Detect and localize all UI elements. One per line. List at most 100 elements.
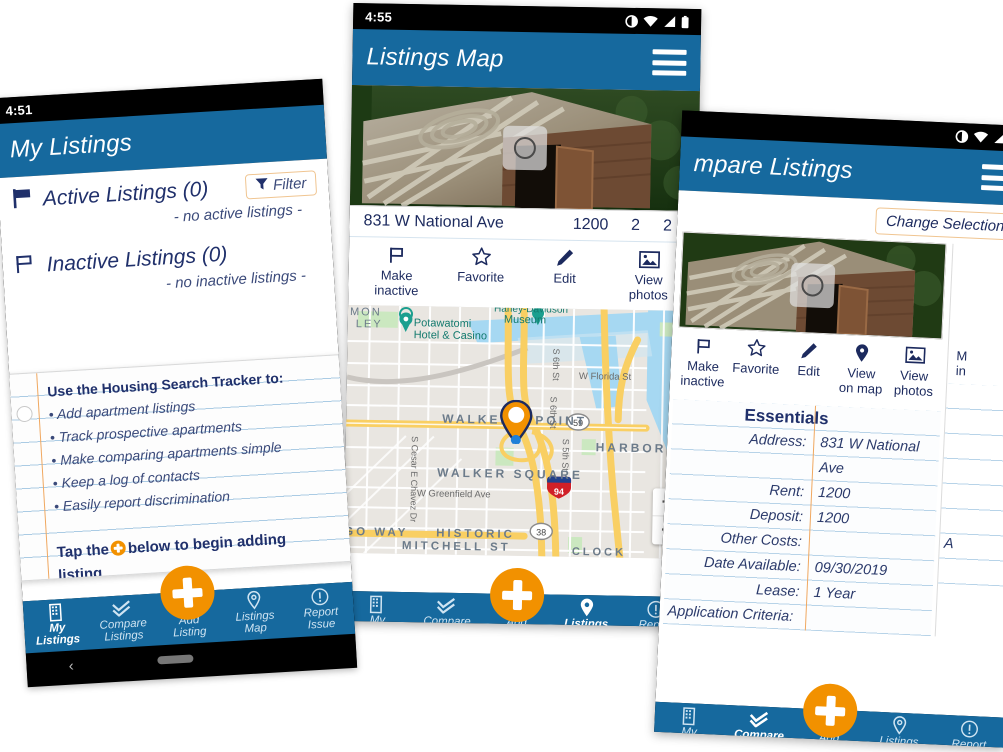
secondary-action-labels: M in [947,340,1003,382]
svg-text:Museum: Museum [504,314,546,327]
secondary-table-lines: A [938,383,1003,588]
status-time: 4:51 [5,101,33,119]
svg-text:MON: MON [350,306,382,319]
wifi-icon [643,16,658,27]
secondary-application-criteria: A [943,535,954,553]
action-label: Favorite [457,268,505,285]
notepad-content: Use the Housing Search Tracker to: • Add… [6,355,352,582]
action-favorite[interactable]: Favorite [438,245,523,300]
listing-beds: 2 [630,216,641,235]
phone-screen-listings-map: 4:55 Listings Map 831 W National Ave 120… [342,3,702,627]
nav-label: ListingsMap [235,609,275,635]
filter-button[interactable]: Filter [244,170,318,200]
svg-text:HISTORIC: HISTORIC [436,528,515,541]
system-home-pill[interactable] [157,654,195,665]
nav-my-listings[interactable]: MyListings [23,598,92,649]
svg-text:MITCHELL ST: MITCHELL ST [402,540,511,554]
map-marker-icon[interactable] [498,399,535,450]
nav-label: ReportIssue [951,738,987,748]
phone-screen-my-listings: 4:51 My Listings Active Listings (0) Fil… [0,78,358,688]
listing-actions: Make inactive Favorite Edit View on map … [669,327,948,407]
svg-text:S 5th St: S 5th St [560,439,571,472]
action-favorite[interactable]: Favorite [728,336,783,392]
play-overlay-icon[interactable] [789,262,836,309]
double-check-icon [748,709,771,729]
wifi-icon [973,131,989,143]
plus-icon [110,540,127,557]
action-edit[interactable]: Edit [522,246,607,301]
action-edit[interactable]: Edit [781,338,836,394]
building-icon [681,706,699,726]
row-value: 1 Year [813,584,856,603]
dnd-icon [625,14,638,28]
screen-body: Active Listings (0) Filter - no active l… [0,158,353,602]
play-overlay-icon[interactable] [502,125,548,171]
nav-compare-listings[interactable]: CompareListings [412,592,482,627]
map-marker-icon [854,341,870,364]
nav-label: MyListings [358,614,397,627]
status-icons [955,129,1003,145]
nav-label: CompareListings [423,615,471,627]
star-outline-icon [746,337,767,360]
hamburger-icon[interactable] [652,49,687,76]
action-view-photos[interactable]: View photos [887,343,942,399]
nav-report-issue[interactable]: ReportIssue [286,582,355,633]
double-check-icon [436,596,458,615]
svg-text:W Florida St: W Florida St [579,371,632,383]
nav-label: MyListings [35,621,81,648]
action-view-on-map[interactable]: View on map [834,341,889,397]
action-label: Make inactive [680,357,725,390]
building-icon [369,594,386,614]
nav-listings-map[interactable]: ListingsMap [220,586,289,637]
building-icon [47,602,65,622]
row-value: 09/30/2019 [814,559,888,580]
svg-text:W Greenfield Ave: W Greenfield Ave [417,488,491,500]
page-title: Listings Map [366,43,504,73]
listing-photo[interactable] [349,84,700,212]
change-selection-button[interactable]: Change Selection [874,207,1003,241]
nav-report-issue[interactable]: ReportIssue [933,714,1003,748]
secondary-action-line2: in [955,363,967,379]
status-time: 4:55 [365,8,393,25]
flag-outline-icon [694,334,714,357]
bottom-nav: MyListings CompareListings AddListing Li… [342,567,692,627]
svg-text:S 6th St: S 6th St [548,396,559,429]
action-label: Edit [797,362,821,379]
action-label: Edit [553,270,576,286]
svg-text:LEY: LEY [356,318,383,330]
double-check-icon [111,598,134,618]
tap-before-text: Tap the [56,541,110,562]
svg-text:38: 38 [536,527,546,537]
map-pin-icon [891,716,908,736]
funnel-icon [255,177,269,195]
flag-outline-icon [14,252,40,280]
screen-body: Change Selection Make inactive Favorite … [655,190,1003,718]
comparison-column-primary: Make inactive Favorite Edit View on map … [659,231,953,637]
screenshot-stage: 4:55 Listings Map 831 W National Ave 120… [0,0,1003,752]
nav-listings-map[interactable]: ListingsMap [551,595,621,627]
nav-listings-map[interactable]: ListingsMap [863,711,935,748]
secondary-photo-placeholder [949,244,1003,344]
nav-compare-listings[interactable]: CompareListings [89,594,158,645]
map-pin-icon [578,598,594,617]
battery-icon [681,15,689,28]
page-title: mpare Listings [693,149,854,185]
nav-my-listings[interactable]: MyListings [654,702,725,748]
comparison-columns: Make inactive Favorite Edit View on map … [659,231,1003,641]
listing-popup-card: 831 W National Ave 1200 2 2 Make inactive [348,204,698,312]
nav-compare-listings[interactable]: CompareListings [723,705,795,748]
page-title: My Listings [9,129,133,164]
action-make-inactive[interactable]: Make inactive [354,243,439,298]
action-make-inactive[interactable]: Make inactive [676,333,731,390]
action-label: View photos [628,271,669,303]
screen-body: 831 W National Ave 1200 2 2 Make inactive [343,84,700,597]
dnd-icon [955,129,969,143]
flag-outline-icon [387,244,407,266]
system-back-button[interactable]: ‹ [68,657,74,674]
listing-photo[interactable] [678,231,947,340]
map-canvas[interactable]: 94 59 38 Potawatomi Hotel & Casino Harle… [343,304,697,559]
hamburger-icon[interactable] [980,164,1003,192]
svg-text:94: 94 [554,487,564,497]
action-label: Favorite [732,359,780,378]
nav-label: ListingsMap [879,734,919,748]
